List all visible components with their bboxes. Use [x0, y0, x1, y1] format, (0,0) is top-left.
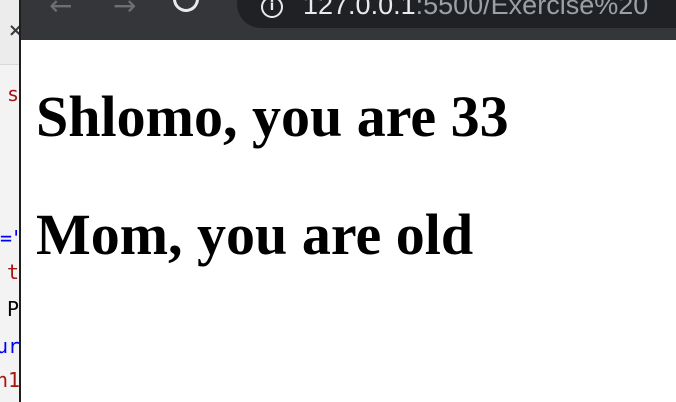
code-fragment: s	[7, 82, 19, 106]
screen: × s =" t P ur h1 ← → i 127.0.0.1:5500/Ex…	[0, 0, 676, 402]
mom-heading: Mom, you are old	[36, 202, 474, 267]
address-bar[interactable]: i 127.0.0.1:5500/Exercise%20	[237, 0, 676, 28]
page-content: Shlomo, you are 33 Mom, you are old	[21, 40, 676, 402]
reload-icon[interactable]	[168, 0, 204, 17]
code-fragment: ur	[0, 334, 19, 358]
close-icon[interactable]: ×	[8, 22, 19, 40]
url-host: 127.0.0.1	[303, 0, 416, 20]
browser-toolbar: ← → i 127.0.0.1:5500/Exercise%20	[21, 0, 676, 40]
greeting-heading: Shlomo, you are 33	[36, 84, 509, 149]
info-icon[interactable]: i	[261, 0, 283, 18]
back-arrow-icon[interactable]: ←	[49, 0, 72, 20]
code-fragment: t	[7, 260, 19, 284]
editor-tab-bar: ×	[0, 0, 19, 65]
code-fragment: ="	[0, 226, 19, 250]
forward-arrow-icon[interactable]: →	[113, 0, 136, 20]
url-text[interactable]: 127.0.0.1:5500/Exercise%20	[303, 0, 648, 21]
url-path: :5500/Exercise%20	[415, 0, 649, 20]
code-fragment: h1	[0, 368, 19, 392]
code-editor-strip: × s =" t P ur h1	[0, 0, 19, 402]
code-fragment: P	[7, 297, 19, 321]
